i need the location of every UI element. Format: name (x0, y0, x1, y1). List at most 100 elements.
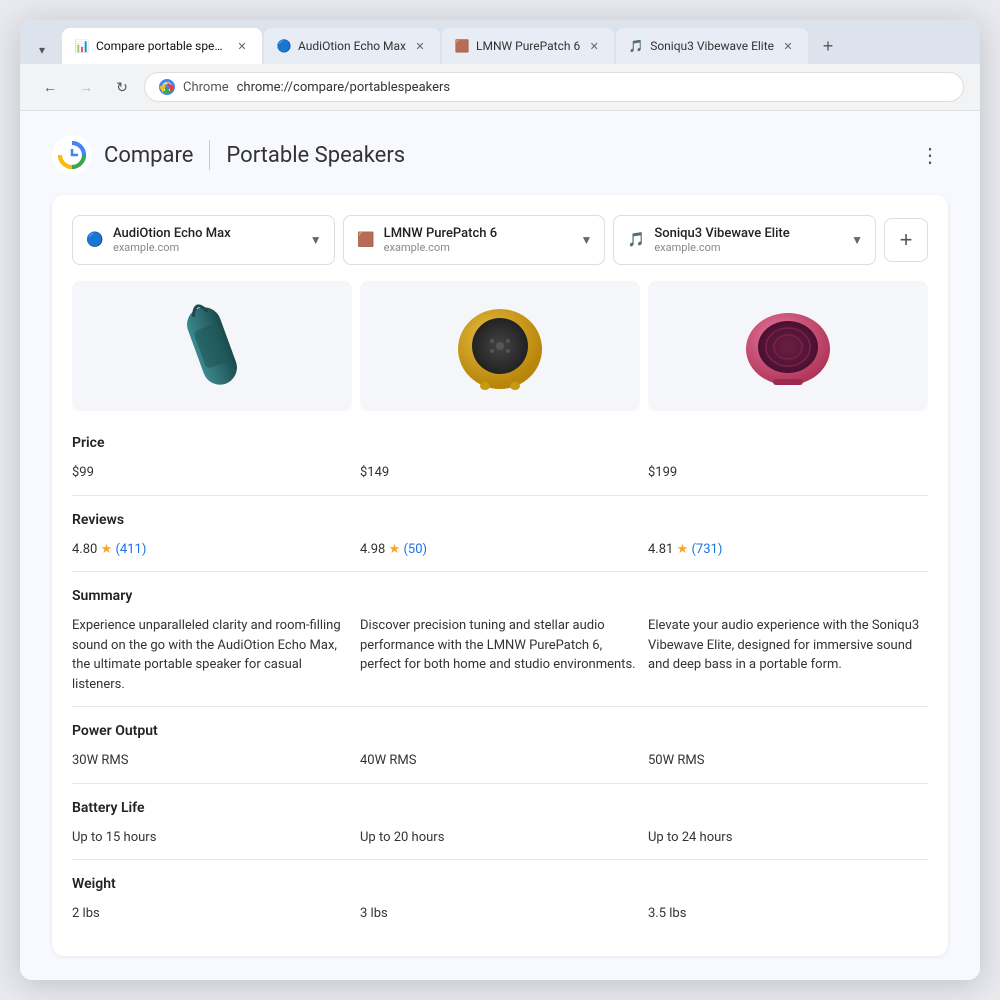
battery-data-row: Up to 15 hours Up to 20 hours Up to 24 h… (72, 824, 928, 860)
product2-info: 🟫 LMNW PurePatch 6 example.com (356, 226, 497, 254)
product3-domain: example.com (654, 241, 789, 254)
tab-bar-left: ▾ (28, 36, 56, 64)
review1-count[interactable]: (411) (115, 542, 146, 557)
product3-info: 🎵 Soniqu3 Vibewave Elite example.com (626, 226, 789, 254)
tab-compare-favicon: 📊 (74, 38, 90, 54)
tab-soniqu3[interactable]: 🎵 Soniqu3 Vibewave Elite ✕ (616, 28, 808, 64)
add-product-button[interactable]: + (884, 218, 928, 262)
tab-compare[interactable]: 📊 Compare portable speaker ✕ (62, 28, 262, 64)
power-section-header: Power Output (72, 706, 928, 747)
page-content: Compare Portable Speakers ⋮ 🔵 AudiOtion … (20, 111, 980, 980)
price-section-header: Price (72, 419, 928, 459)
price1-cell: $99 (72, 463, 352, 483)
product2-selector[interactable]: 🟫 LMNW PurePatch 6 example.com ▼ (343, 215, 606, 265)
tab-dropdown-button[interactable]: ▾ (28, 36, 56, 64)
product-images-row (72, 281, 928, 411)
rating3-value: 4.81 (648, 542, 673, 557)
kebab-menu-button[interactable]: ⋮ (912, 137, 948, 173)
weight-data-row: 2 lbs 3 lbs 3.5 lbs (72, 900, 928, 936)
weight-label: Weight (72, 876, 116, 892)
product3-image (733, 291, 843, 401)
product1-selector[interactable]: 🔵 AudiOtion Echo Max example.com ▼ (72, 215, 335, 265)
product3-name: Soniqu3 Vibewave Elite (654, 226, 789, 241)
tab-compare-close[interactable]: ✕ (234, 38, 250, 54)
product1-name: AudiOtion Echo Max (113, 226, 231, 241)
forward-button[interactable]: → (72, 73, 100, 101)
reviews-section-header: Reviews (72, 495, 928, 536)
battery2-cell: Up to 20 hours (360, 828, 640, 848)
product1-image-cell (72, 281, 352, 411)
weight-section-header: Weight (72, 859, 928, 900)
review2-count[interactable]: (50) (403, 542, 427, 557)
rating1-cell: 4.80 ★ (411) (72, 540, 352, 560)
compare-label: Compare (104, 143, 193, 168)
weight2-cell: 3 lbs (360, 904, 640, 924)
tab-audiotion-title: AudiOtion Echo Max (298, 39, 406, 53)
review3-count[interactable]: (731) (691, 542, 722, 557)
product2-name: LMNW PurePatch 6 (384, 226, 497, 241)
tab-soniqu3-close[interactable]: ✕ (780, 38, 796, 54)
product2-domain: example.com (384, 241, 497, 254)
rating3-cell: 4.81 ★ (731) (648, 540, 928, 560)
power-label: Power Output (72, 723, 158, 739)
product2-chevron-icon: ▼ (580, 233, 592, 247)
rating2-cell: 4.98 ★ (50) (360, 540, 640, 560)
chrome-brand-label: Chrome (183, 80, 229, 95)
product3-favicon-icon: 🎵 (626, 230, 646, 250)
product3-chevron-icon: ▼ (851, 233, 863, 247)
star1-icon: ★ (101, 542, 116, 557)
rating1-value: 4.80 (72, 542, 97, 557)
header-divider (209, 140, 210, 170)
page-header: Compare Portable Speakers ⋮ (52, 135, 948, 175)
back-button[interactable]: ← (36, 73, 64, 101)
product2-image-cell (360, 281, 640, 411)
omnibar: ← → ↻ Chrome chrome://compare/portablesp… (20, 64, 980, 111)
google-logo-icon (52, 135, 92, 175)
summary-section-header: Summary (72, 571, 928, 612)
product3-text: Soniqu3 Vibewave Elite example.com (654, 226, 789, 254)
browser-window: ▾ 📊 Compare portable speaker ✕ 🔵 AudiOti… (20, 20, 980, 980)
product1-favicon-icon: 🔵 (85, 230, 105, 250)
price2-cell: $149 (360, 463, 640, 483)
price-label: Price (72, 435, 105, 451)
tab-audiotion-close[interactable]: ✕ (412, 38, 428, 54)
compare-table: Price $99 $149 $199 Reviews 4.80 ★ (411) (72, 419, 928, 936)
star2-icon: ★ (389, 542, 404, 557)
address-bar[interactable]: Chrome chrome://compare/portablespeakers (144, 72, 964, 102)
tab-soniqu3-favicon: 🎵 (628, 38, 644, 54)
summary2-cell: Discover precision tuning and stellar au… (360, 616, 640, 694)
summary3-cell: Elevate your audio experience with the S… (648, 616, 928, 694)
product1-domain: example.com (113, 241, 231, 254)
tab-lmnw[interactable]: 🟫 LMNW PurePatch 6 ✕ (442, 28, 614, 64)
reload-button[interactable]: ↻ (108, 73, 136, 101)
page-title: Portable Speakers (226, 143, 405, 168)
reviews-data-row: 4.80 ★ (411) 4.98 ★ (50) 4.81 ★ (731) (72, 536, 928, 572)
product2-text: LMNW PurePatch 6 example.com (384, 226, 497, 254)
product2-image (445, 291, 555, 401)
tab-audiotion[interactable]: 🔵 AudiOtion Echo Max ✕ (264, 28, 440, 64)
address-url: chrome://compare/portablespeakers (237, 80, 451, 95)
page-header-left: Compare Portable Speakers (52, 135, 405, 175)
price-data-row: $99 $149 $199 (72, 459, 928, 495)
chrome-logo-icon (159, 79, 175, 95)
summary1-cell: Experience unparalleled clarity and room… (72, 616, 352, 694)
summary-data-row: Experience unparalleled clarity and room… (72, 612, 928, 706)
new-tab-button[interactable]: + (814, 32, 842, 60)
battery1-cell: Up to 15 hours (72, 828, 352, 848)
product3-selector[interactable]: 🎵 Soniqu3 Vibewave Elite example.com ▼ (613, 215, 876, 265)
tab-bar: ▾ 📊 Compare portable speaker ✕ 🔵 AudiOti… (20, 20, 980, 64)
weight3-cell: 3.5 lbs (648, 904, 928, 924)
product3-image-cell (648, 281, 928, 411)
power1-cell: 30W RMS (72, 751, 352, 771)
product1-chevron-icon: ▼ (310, 233, 322, 247)
tab-audiotion-favicon: 🔵 (276, 38, 292, 54)
tab-lmnw-close[interactable]: ✕ (586, 38, 602, 54)
power3-cell: 50W RMS (648, 751, 928, 771)
star3-icon: ★ (677, 542, 692, 557)
rating2-value: 4.98 (360, 542, 385, 557)
product2-favicon-icon: 🟫 (356, 230, 376, 250)
summary-label: Summary (72, 588, 132, 604)
tab-soniqu3-title: Soniqu3 Vibewave Elite (650, 39, 774, 53)
price3-cell: $199 (648, 463, 928, 483)
battery-section-header: Battery Life (72, 783, 928, 824)
